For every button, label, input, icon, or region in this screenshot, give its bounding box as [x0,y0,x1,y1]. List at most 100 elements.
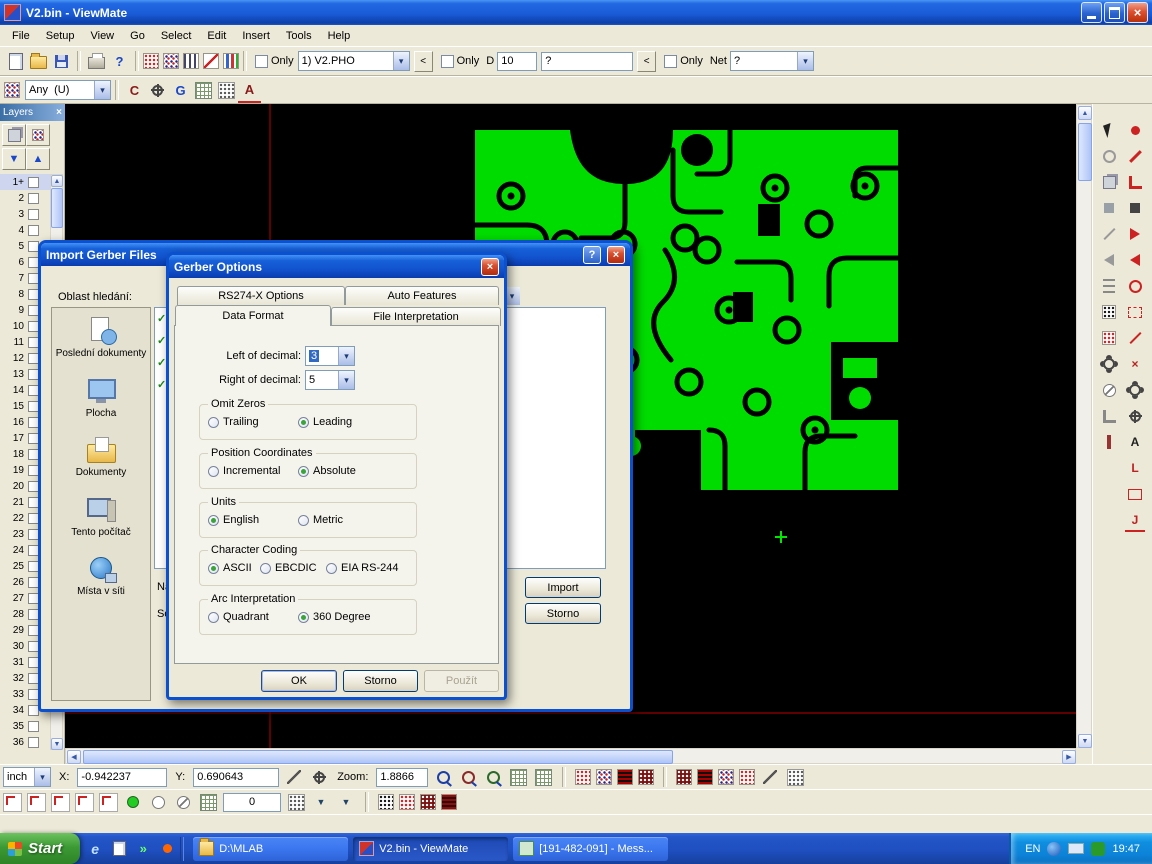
text-j-icon[interactable]: J [1125,510,1145,532]
circle-tool-icon[interactable] [148,792,168,812]
origin-icon[interactable] [309,767,329,787]
measure-icon[interactable] [284,767,304,787]
zoom-fit-icon[interactable] [483,767,503,787]
layer-swatch[interactable] [28,177,39,188]
dropdown-icon[interactable]: ▾ [393,52,409,70]
drop-anchor-icon-1[interactable]: ▼ [311,792,331,812]
horizontal-scroll-thumb[interactable] [83,750,673,764]
browser-quicklaunch-icon[interactable] [158,840,176,858]
layer-up-icon[interactable]: ▲ [26,148,50,170]
place-desktop[interactable]: Plocha [52,368,150,428]
layers-scroll-up-icon[interactable]: ▲ [51,175,63,187]
new-file-icon[interactable] [4,50,27,73]
layers-panel-close-icon[interactable]: × [56,107,62,118]
vertical-scroll-thumb[interactable] [1078,123,1092,181]
ruler-corner-icon-1[interactable] [3,793,22,812]
mirror-icon[interactable] [1125,250,1145,270]
layers-scroll-down-icon[interactable]: ▼ [51,738,63,750]
layer-view-icon-1[interactable] [676,769,692,785]
ruler-corner-icon-4[interactable] [75,793,94,812]
zoom-value-field[interactable]: 1.8866 [376,768,428,787]
menu-item[interactable]: Tools [278,28,320,44]
scroll-down-icon[interactable]: ▼ [1078,734,1092,748]
layer-view-icon-4[interactable] [739,769,755,785]
prev-dcode-button[interactable]: < [637,51,656,72]
only-dcode-checkbox[interactable] [441,55,454,68]
radio-icon[interactable] [208,417,219,428]
drop-anchor-icon-2[interactable]: ▼ [336,792,356,812]
radio-option-absolute[interactable]: Absolute [298,465,356,477]
start-button[interactable]: Start [0,833,80,864]
radio-option-incremental[interactable]: Incremental [208,465,280,477]
table-icon[interactable] [198,792,218,812]
gerber-options-title-bar[interactable]: Gerber Options × [169,255,504,278]
circle-slash-icon[interactable] [173,792,193,812]
radio-icon[interactable] [326,563,337,574]
query-icon[interactable] [1125,406,1145,426]
layer-row[interactable]: 35 [0,718,50,734]
bar-tool-icon[interactable] [1099,432,1119,452]
place-my-computer[interactable]: Tento počítač [52,487,150,547]
draw-triangle-icon[interactable] [1125,224,1145,244]
menu-item[interactable]: Go [122,28,153,44]
radio-icon[interactable] [298,515,309,526]
radio-option-metric[interactable]: Metric [298,514,343,526]
dcode-filter-field[interactable]: ? [541,52,633,71]
radio-option-ebcdic[interactable]: EBCDIC [260,562,317,574]
display-mode-icon-3[interactable] [617,769,633,785]
select-text-tool-icon[interactable]: A [238,78,261,103]
dcode-highlight-icon[interactable] [163,53,179,69]
context-help-icon[interactable]: ? [108,50,131,73]
cancel-button[interactable]: Storno [343,670,418,692]
radio-icon[interactable] [260,563,271,574]
dcode-value-field[interactable]: 10 [497,52,537,71]
vertical-scrollbar[interactable]: ▲ ▼ [1076,104,1092,748]
tray-keyboard-icon[interactable] [1068,843,1084,854]
radio-option-english[interactable]: English [208,514,259,526]
layer-view-icon-3[interactable] [718,769,734,785]
place-my-network[interactable]: Místa v síti [52,546,150,606]
ok-button[interactable]: OK [261,670,337,692]
import-cancel-button[interactable]: Storno [525,603,601,624]
layer-down-icon[interactable]: ▼ [2,148,26,170]
layer-swatch[interactable] [28,209,39,220]
dropdown-icon[interactable]: ▾ [797,52,813,70]
selection-filter-icon[interactable] [4,82,20,98]
radio-icon[interactable] [208,515,219,526]
only-layer-checkbox-group[interactable]: Only [255,55,294,68]
align-tool-icon[interactable] [1099,276,1119,296]
taskbar-task-mlab[interactable]: D:\MLAB [193,837,348,861]
radio-icon[interactable] [298,612,309,623]
display-mode-icon-2[interactable] [596,769,612,785]
layer-row[interactable]: 36 [0,734,50,750]
radio-option-quadrant[interactable]: Quadrant [208,611,269,623]
select-circle-tool-icon[interactable]: C [123,79,146,102]
radio-icon[interactable] [298,466,309,477]
aperture-pattern-icon[interactable] [143,53,159,69]
net-combo[interactable]: ? ▾ [730,51,814,71]
draw-circle-icon[interactable] [1125,276,1145,296]
layer-swatch[interactable] [28,193,39,204]
select-group-tool-icon[interactable]: G [169,79,192,102]
radio-icon[interactable] [208,563,219,574]
tray-shield-icon[interactable] [1091,842,1105,856]
scroll-right-icon[interactable]: ▶ [1062,750,1076,764]
radio-icon[interactable] [298,417,309,428]
horizontal-scrollbar[interactable]: ◀ ▶ [65,748,1076,764]
select-crosshair-tool-icon[interactable] [215,79,238,102]
radio-option-leading[interactable]: Leading [298,416,352,428]
radio-option-360-degree[interactable]: 360 Degree [298,611,371,623]
dropdown-icon[interactable]: ▾ [338,371,354,389]
menu-item[interactable]: File [4,28,38,44]
display-mode-icon-4[interactable] [638,769,654,785]
scroll-left-icon[interactable]: ◀ [67,750,81,764]
menu-item[interactable]: Select [153,28,200,44]
open-file-icon[interactable] [27,50,50,73]
display-mode-icon-1[interactable] [575,769,591,785]
layer-view-icon-2[interactable] [697,769,713,785]
show-desktop-icon[interactable] [110,840,128,858]
slant-measure-icon[interactable] [203,53,219,69]
slope-tool-icon[interactable] [1099,224,1119,244]
layer-swatch[interactable] [28,737,39,748]
layer-stackup-icon[interactable] [2,124,26,146]
